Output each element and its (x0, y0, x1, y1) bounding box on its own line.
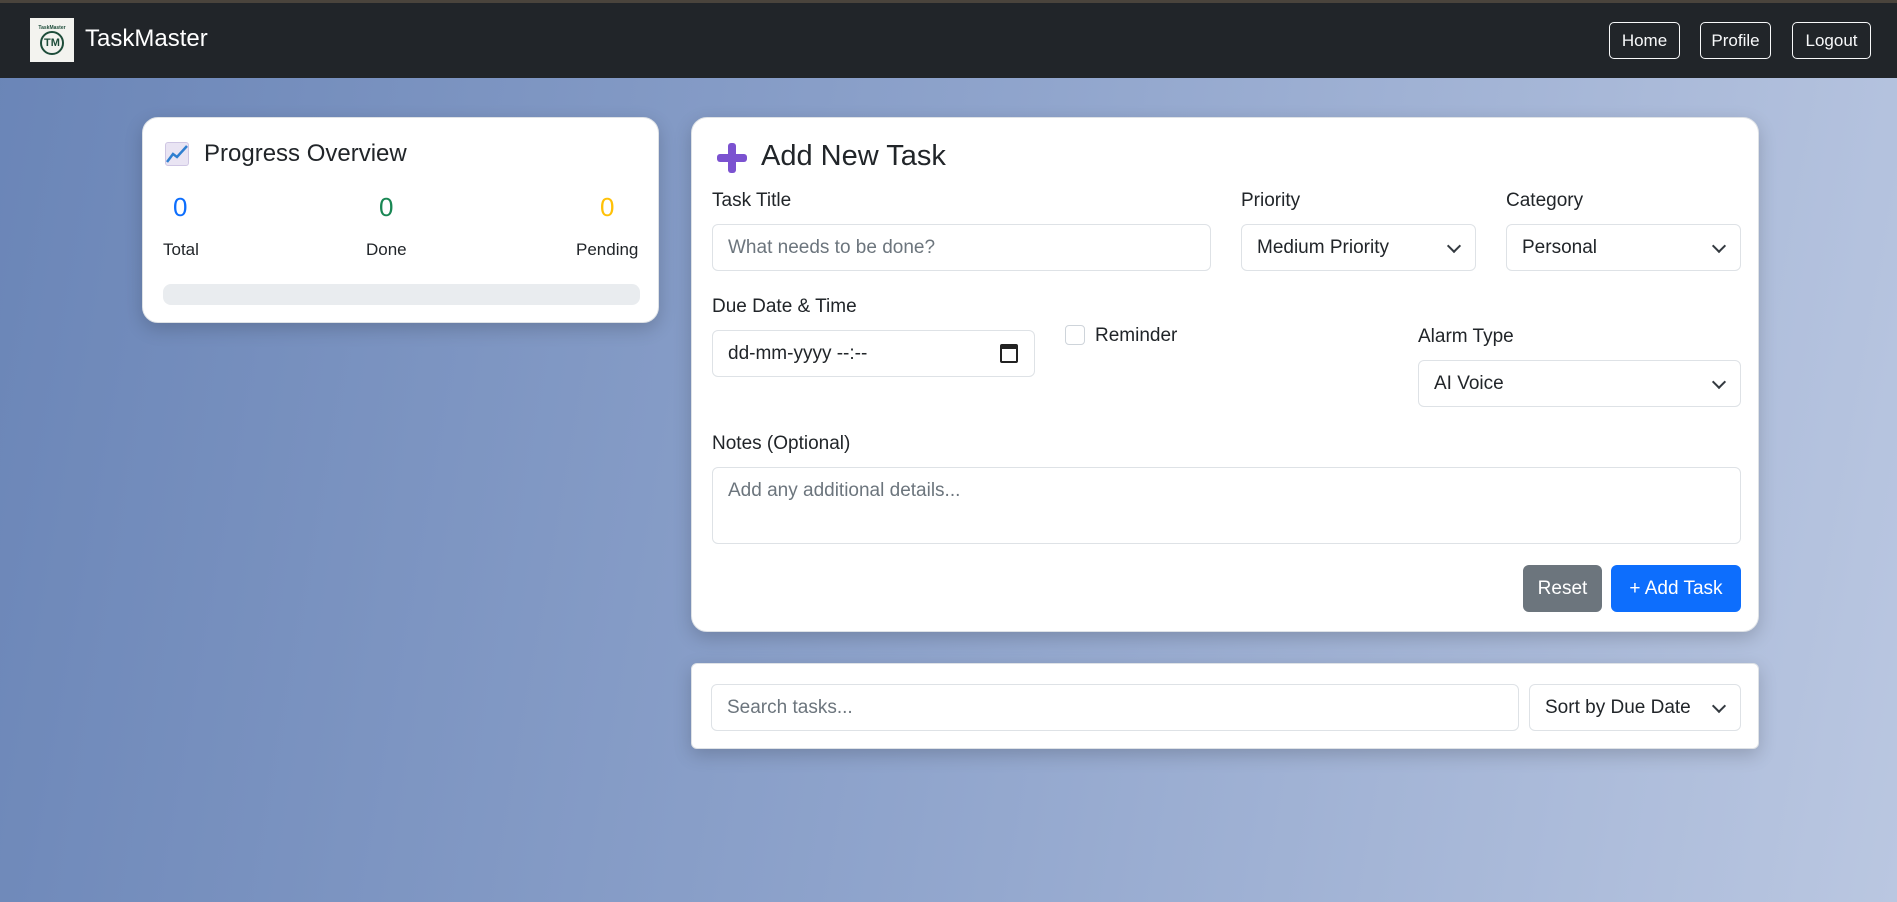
alarm-type-label: Alarm Type (1418, 326, 1514, 347)
done-count: 0 (379, 192, 394, 222)
chevron-down-icon (1711, 698, 1727, 713)
alarm-type-select[interactable]: AI Voice (1418, 360, 1741, 407)
due-date-value: dd-mm-yyyy --:-- (728, 342, 868, 364)
logo[interactable]: TaskMaster TM (30, 18, 74, 62)
add-task-card: Add New Task Task Title What needs to be… (691, 117, 1759, 632)
chart-increasing-icon (165, 142, 189, 166)
reminder-label[interactable]: Reminder (1095, 325, 1177, 347)
search-card: Search tasks... Sort by Due Date (691, 663, 1759, 749)
plus-icon (716, 142, 748, 179)
priority-label: Priority (1241, 190, 1301, 211)
brand-name[interactable]: TaskMaster (85, 25, 208, 53)
sort-select[interactable]: Sort by Due Date (1529, 684, 1741, 731)
calendar-icon[interactable] (1000, 344, 1018, 363)
profile-button[interactable]: Profile (1700, 22, 1771, 59)
category-label: Category (1506, 190, 1584, 211)
home-button[interactable]: Home (1609, 22, 1680, 59)
form-title: Add New Task (761, 140, 946, 172)
alarm-type-value: AI Voice (1434, 372, 1504, 394)
search-input[interactable]: Search tasks... (711, 684, 1519, 731)
logout-button[interactable]: Logout (1792, 22, 1871, 59)
reset-button[interactable]: Reset (1523, 565, 1602, 612)
category-select[interactable]: Personal (1506, 224, 1741, 271)
logo-mark: TM (40, 31, 64, 55)
category-value: Personal (1522, 236, 1597, 258)
chevron-down-icon (1711, 374, 1727, 389)
priority-select[interactable]: Medium Priority (1241, 224, 1476, 271)
progress-bar (163, 284, 640, 305)
priority-value: Medium Priority (1257, 236, 1389, 258)
notes-label: Notes (Optional) (712, 433, 851, 454)
task-title-input[interactable]: What needs to be done? (712, 224, 1211, 271)
due-date-input[interactable]: dd-mm-yyyy --:-- (712, 330, 1035, 377)
navbar: TaskMaster TM TaskMaster Home Profile Lo… (0, 3, 1897, 78)
progress-title: Progress Overview (204, 140, 407, 167)
sort-value: Sort by Due Date (1545, 696, 1691, 718)
chevron-down-icon (1711, 238, 1727, 253)
total-label: Total (163, 240, 199, 259)
done-label: Done (366, 240, 407, 259)
total-count: 0 (173, 192, 188, 222)
task-title-label: Task Title (712, 190, 792, 211)
due-date-label: Due Date & Time (712, 296, 857, 317)
add-task-button[interactable]: + Add Task (1611, 565, 1741, 612)
pending-label: Pending (576, 240, 639, 259)
progress-overview-card: Progress Overview 0 0 0 Total Done Pendi… (142, 117, 659, 323)
chevron-down-icon (1446, 238, 1462, 253)
notes-textarea[interactable]: Add any additional details... (712, 467, 1741, 544)
pending-count: 0 (600, 192, 615, 222)
reminder-checkbox[interactable] (1065, 325, 1085, 345)
